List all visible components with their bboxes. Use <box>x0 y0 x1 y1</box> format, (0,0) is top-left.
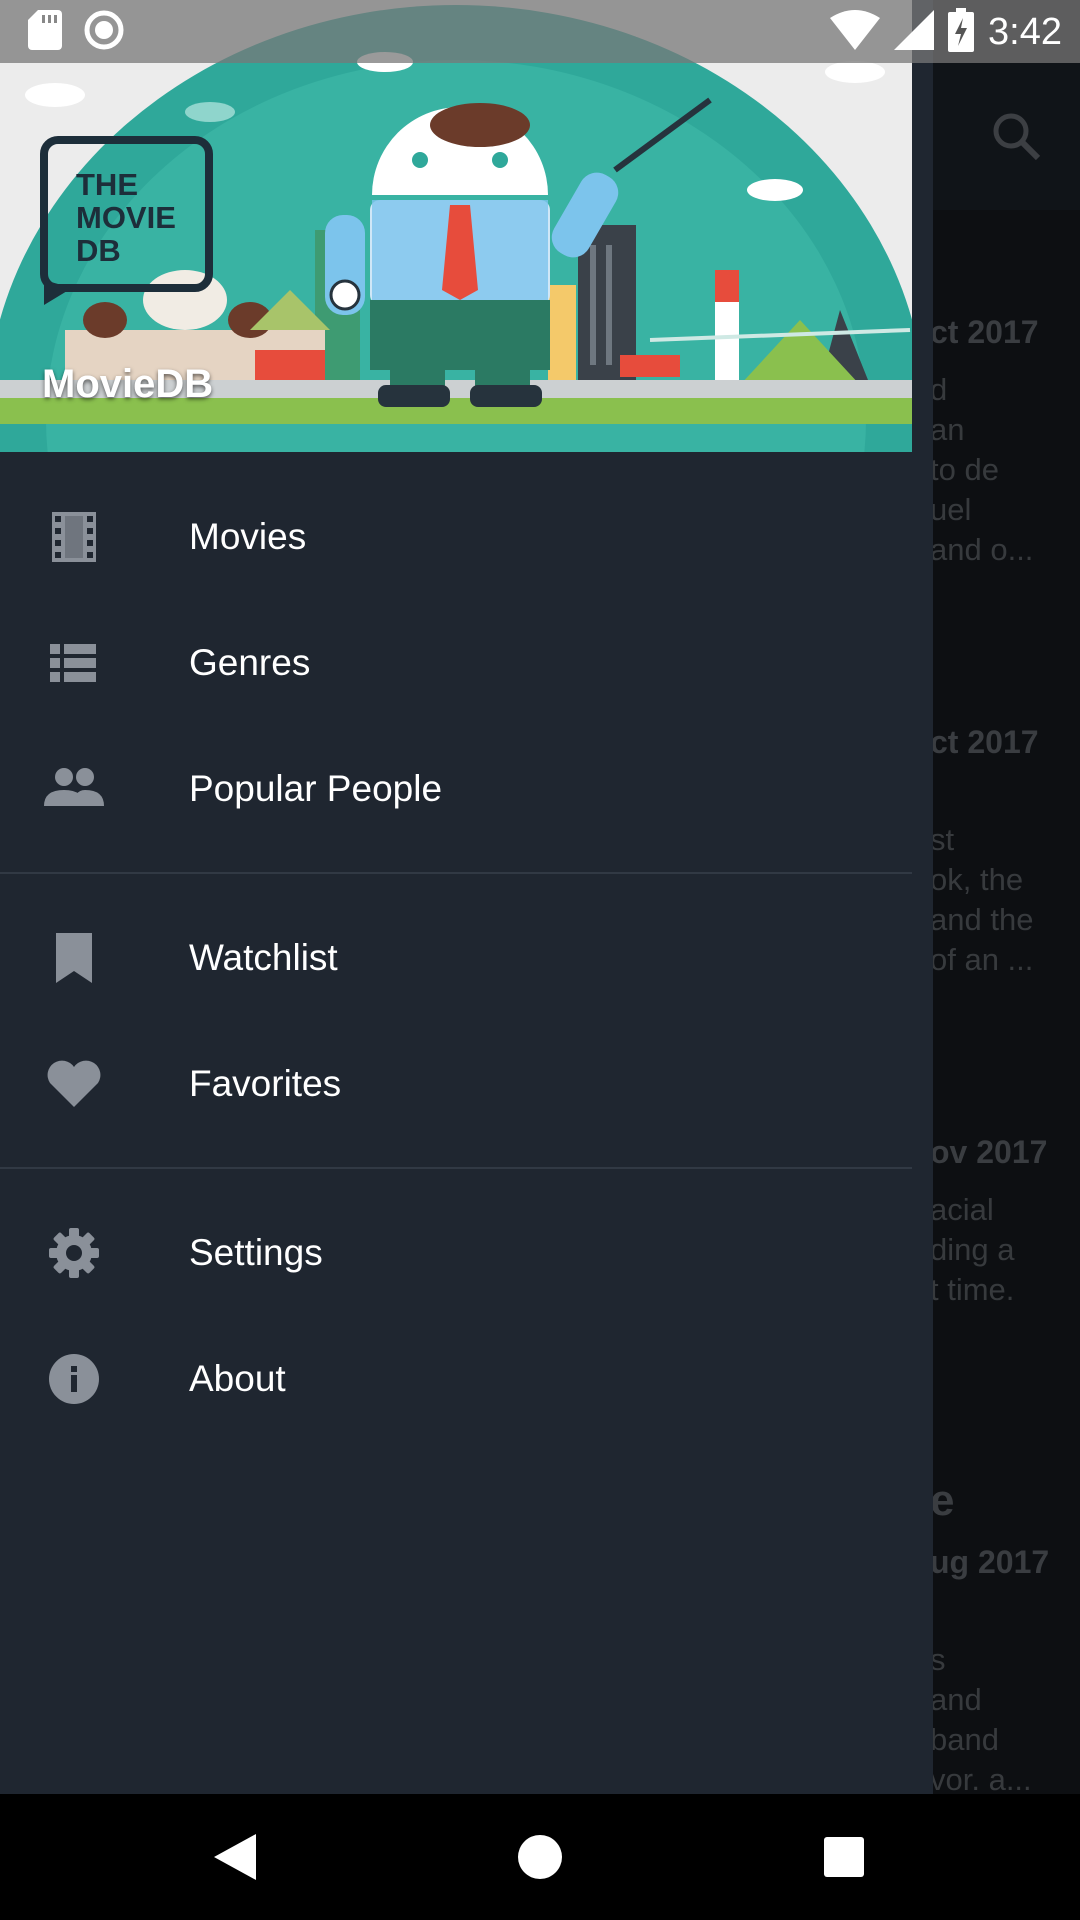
menu-item-watchlist[interactable]: Watchlist <box>0 895 912 1021</box>
menu-item-about[interactable]: About <box>0 1316 912 1442</box>
logo-text: MOVIE <box>76 200 176 235</box>
menu-item-label: Settings <box>189 1232 323 1273</box>
movie-icon <box>44 512 104 562</box>
recents-icon[interactable] <box>824 1837 864 1882</box>
navigation-bar <box>0 1794 1080 1920</box>
menu-item-movies[interactable]: Movies <box>0 474 912 600</box>
back-icon[interactable] <box>214 1834 256 1885</box>
menu-item-label: Movies <box>189 516 307 557</box>
menu-item-label: Genres <box>189 642 311 683</box>
bookmark-icon <box>44 933 104 983</box>
wifi-icon <box>830 10 881 55</box>
signal-icon <box>894 10 935 55</box>
menu-divider <box>0 1167 912 1169</box>
battery-charging-icon <box>948 8 975 57</box>
menu-item-label: About <box>189 1358 286 1399</box>
menu-item-label: Watchlist <box>189 937 338 978</box>
logo-text: THE <box>76 167 138 202</box>
app-name: MovieDB <box>42 362 214 406</box>
status-time: 3:42 <box>988 11 1062 53</box>
heart-icon <box>44 1059 104 1109</box>
drawer-header: THE MOVIE DB MovieDB <box>0 0 912 452</box>
navigation-drawer: THE MOVIE DB MovieDB Movies Genres Popul… <box>0 0 933 1794</box>
info-icon <box>44 1354 104 1404</box>
gear-icon <box>44 1228 104 1278</box>
menu-item-favorites[interactable]: Favorites <box>0 1021 912 1147</box>
record-icon <box>84 10 124 55</box>
menu-item-label: Popular People <box>189 768 443 809</box>
people-icon <box>44 764 104 814</box>
list-icon <box>44 638 104 688</box>
logo-text: DB <box>76 233 121 268</box>
menu-item-popular-people[interactable]: Popular People <box>0 726 912 852</box>
menu-item-label: Favorites <box>189 1063 342 1104</box>
menu-item-genres[interactable]: Genres <box>0 600 912 726</box>
status-bar: 3:42 <box>0 0 1080 63</box>
sd-card-icon <box>28 10 62 55</box>
menu-divider <box>0 872 912 874</box>
menu-item-settings[interactable]: Settings <box>0 1190 912 1316</box>
home-icon[interactable] <box>518 1835 562 1884</box>
